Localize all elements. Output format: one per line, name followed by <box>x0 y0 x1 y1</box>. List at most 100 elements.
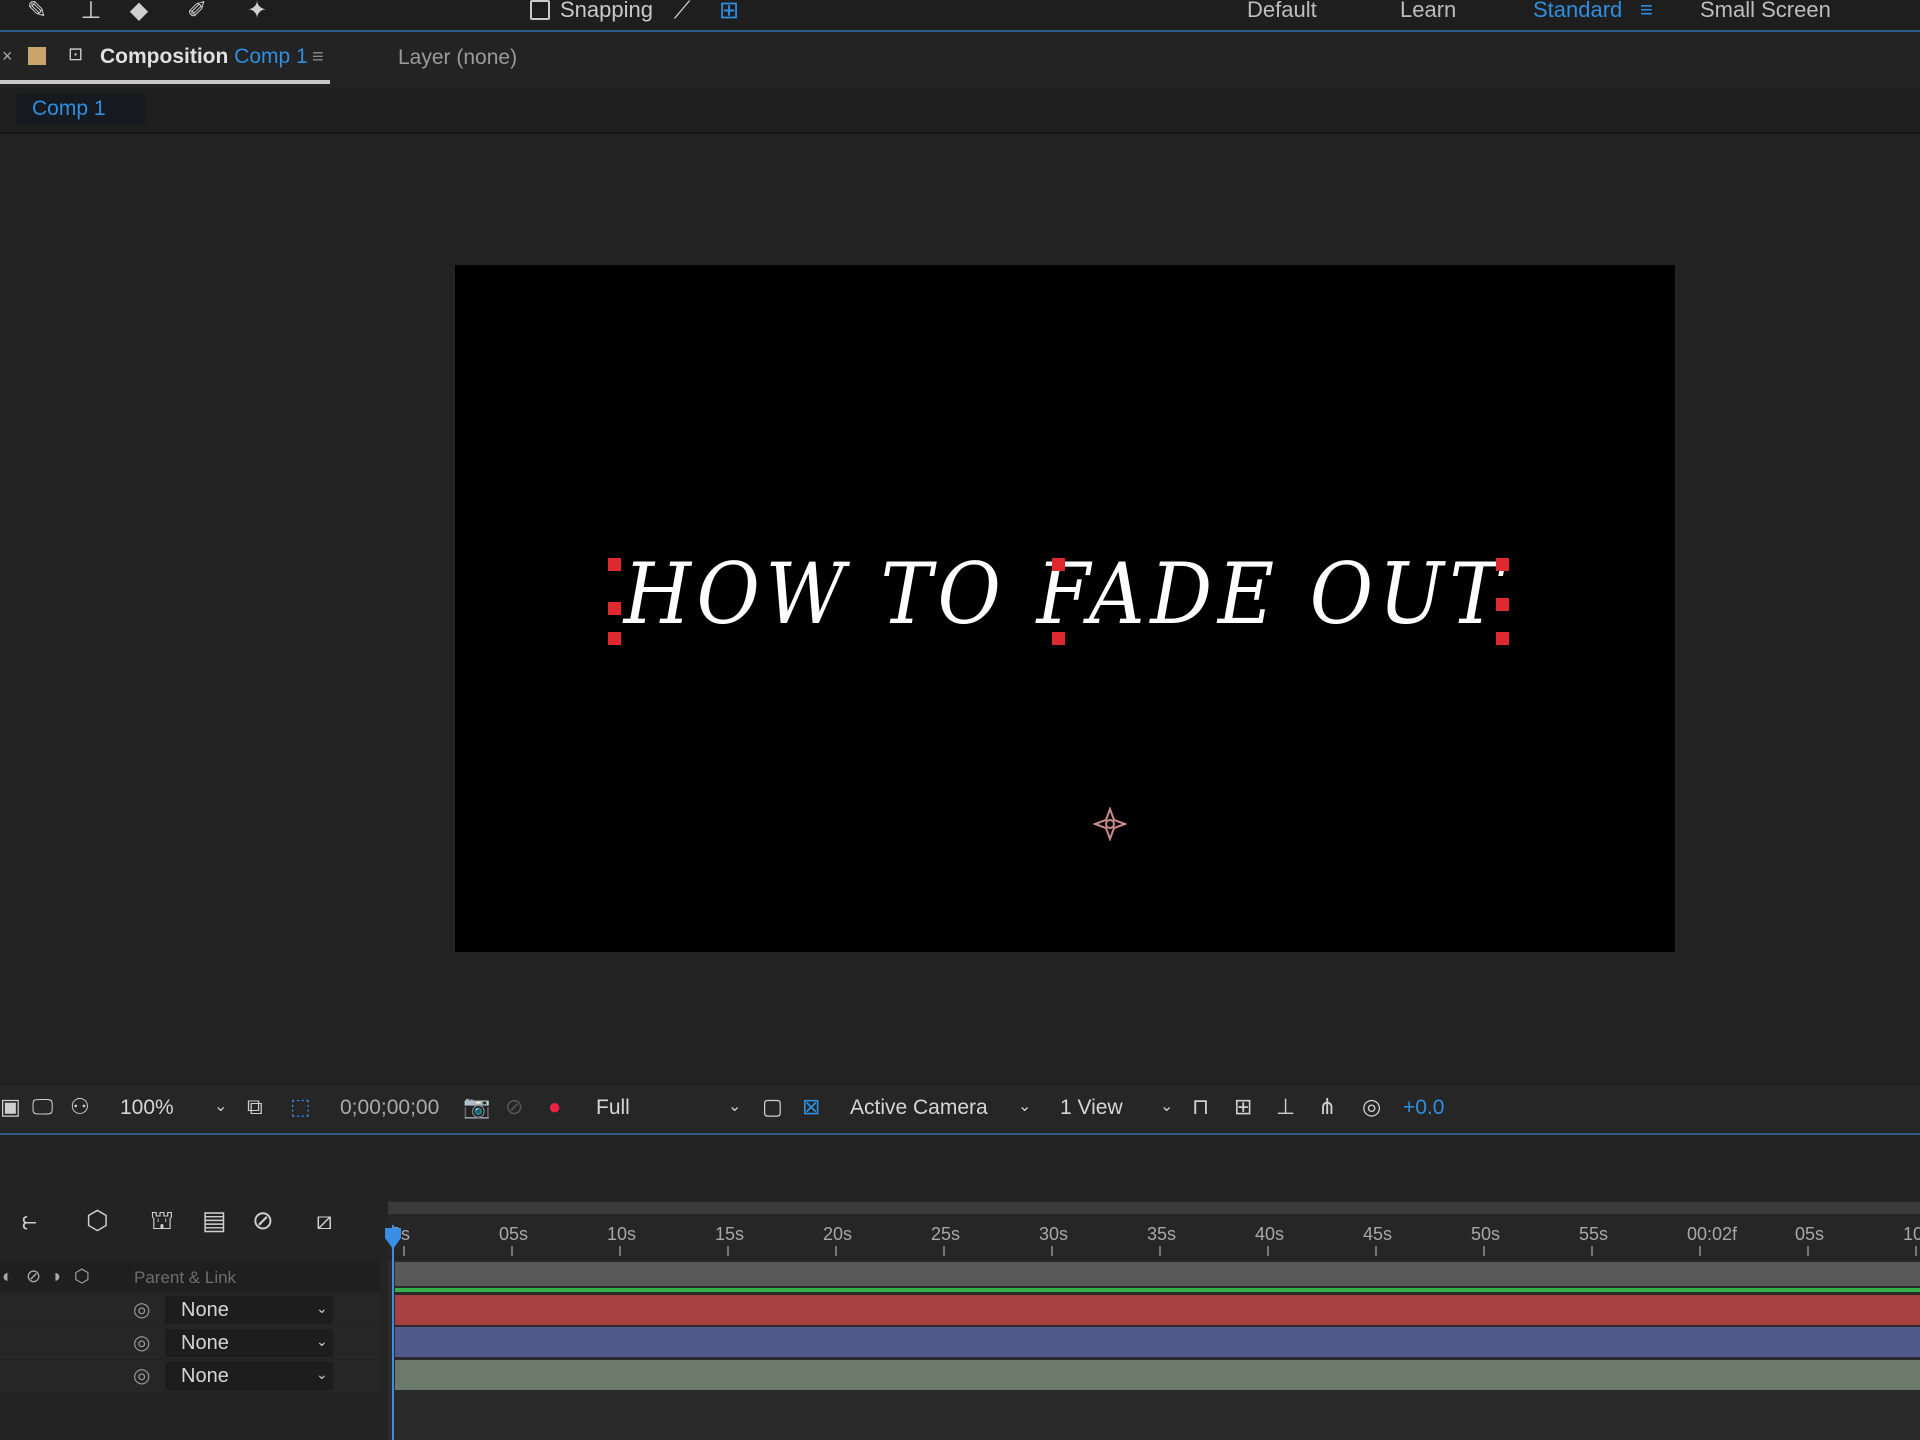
frame-blending-icon[interactable]: ▤ <box>202 1205 227 1236</box>
render-cache-bar <box>395 1288 1920 1292</box>
bbox-handle[interactable] <box>1496 598 1509 611</box>
reset-exposure-icon[interactable]: ◎ <box>1362 1094 1381 1120</box>
bbox-handle[interactable] <box>608 602 621 615</box>
puppet-pin-tool-icon[interactable]: ✦ <box>240 0 274 26</box>
comp-text-layer[interactable]: HOW TO FADE OUT <box>504 545 1626 643</box>
parent-select[interactable]: None <box>165 1329 333 1357</box>
anchor-point-icon[interactable] <box>1093 807 1127 841</box>
panel-menu-icon[interactable]: ≡ <box>312 46 324 69</box>
close-tab-icon[interactable]: × <box>2 46 13 67</box>
current-time-indicator-line[interactable] <box>392 1225 394 1440</box>
bbox-handle[interactable] <box>608 632 621 645</box>
resolution-select[interactable]: Full <box>596 1096 630 1120</box>
clone-stamp-tool-icon[interactable]: ⊥ <box>74 0 108 26</box>
exposure-value[interactable]: +0.0 <box>1403 1096 1444 1120</box>
snap-grid-icon[interactable]: ⊞ <box>712 0 746 26</box>
av-features-icon[interactable]: ◐ <box>2 1266 13 1287</box>
snapping-checkbox[interactable] <box>530 0 550 20</box>
3d-layer-switch-icon[interactable]: ⬡ <box>74 1266 90 1287</box>
region-of-interest-icon[interactable]: ▢ <box>762 1094 783 1120</box>
resolution-dropdown-icon[interactable]: ⌄ <box>728 1096 741 1116</box>
color-channels-icon[interactable]: ● <box>548 1094 561 1120</box>
bbox-handle[interactable] <box>1052 632 1065 645</box>
flowchart-icon[interactable]: ⋔ <box>1318 1094 1336 1120</box>
fast-previews-icon[interactable]: ⊞ <box>1234 1094 1252 1120</box>
workspace-menu-icon[interactable]: ≡ <box>1640 0 1653 23</box>
fx-switch-icon[interactable]: ⊘ <box>26 1266 41 1287</box>
ruler-tick-mark <box>1159 1246 1161 1256</box>
zoom-dropdown-icon[interactable]: ⌄ <box>214 1096 227 1116</box>
tools-toolbar: ✎ ⊥ ◆ ✐ ✦ Snapping ⟋ ⊞ Default Learn Sta… <box>0 0 1920 32</box>
bbox-handle[interactable] <box>1052 558 1065 571</box>
comp-mini-flowchart-icon[interactable]: ⥼ <box>22 1205 37 1237</box>
lock-icon[interactable]: ⊡ <box>68 44 83 65</box>
adjustment-switch-icon[interactable]: ◑ <box>50 1266 61 1287</box>
ruler-tick-label: 30s <box>1039 1224 1069 1244</box>
bbox-handle[interactable] <box>1496 558 1509 571</box>
current-timecode[interactable]: 0;00;00;00 <box>340 1096 439 1120</box>
zoom-level[interactable]: 100% <box>120 1096 174 1120</box>
ruler-tick-label: 25s <box>931 1224 961 1244</box>
pick-whip-icon[interactable]: ◎ <box>133 1363 150 1388</box>
comp-color-swatch <box>28 47 46 65</box>
brush-tool-icon[interactable]: ✎ <box>20 0 54 26</box>
ruler-tick-mark <box>1591 1246 1593 1256</box>
parent-dropdown-icon[interactable]: ⌄ <box>316 1300 328 1317</box>
ruler-tick-mark <box>1915 1246 1917 1256</box>
always-preview-icon[interactable]: ▣ <box>0 1094 21 1120</box>
playhead-icon[interactable] <box>383 1228 403 1250</box>
safe-margins-icon[interactable]: ⧉ <box>247 1094 263 1120</box>
workspace-default[interactable]: Default <box>1247 0 1317 23</box>
pixel-aspect-icon[interactable]: ⊓ <box>1192 1094 1209 1120</box>
tab-composition[interactable]: Composition Comp 1 <box>100 45 308 69</box>
comp-breadcrumb[interactable]: Comp 1 <box>16 94 146 124</box>
work-area-bar[interactable] <box>388 1202 1920 1214</box>
workspace-small-screen[interactable]: Small Screen <box>1700 0 1831 23</box>
comp-work-area-track[interactable] <box>395 1262 1920 1286</box>
parent-select[interactable]: None <box>165 1362 333 1390</box>
eraser-tool-icon[interactable]: ◆ <box>122 0 156 26</box>
transparency-grid-icon[interactable]: ⬚ <box>290 1094 311 1120</box>
snapshot-camera-icon[interactable]: 📷 <box>463 1094 490 1120</box>
mask-visibility-icon[interactable]: ⚇ <box>70 1094 90 1120</box>
snap-edges-icon[interactable]: ⟋ <box>665 0 699 26</box>
bbox-handle[interactable] <box>608 558 621 571</box>
ruler-tick-label: 50s <box>1471 1224 1501 1244</box>
workspace-standard[interactable]: Standard <box>1533 0 1622 23</box>
ruler-tick-label: 40s <box>1255 1224 1285 1244</box>
pick-whip-icon[interactable]: ◎ <box>133 1297 150 1322</box>
ruler-tick-label: 00:02f <box>1687 1224 1738 1244</box>
parent-dropdown-icon[interactable]: ⌄ <box>316 1366 328 1383</box>
camera-select[interactable]: Active Camera <box>850 1096 988 1120</box>
parent-select[interactable]: None <box>165 1296 333 1324</box>
timeline-toggle-icon[interactable]: ⊥ <box>1276 1094 1295 1120</box>
layer-bar-blue[interactable] <box>395 1327 1920 1357</box>
shy-layers-icon[interactable]: ⛫ <box>150 1205 174 1240</box>
monitor-icon[interactable]: 🖵 <box>32 1094 53 1120</box>
ruler-tick-mark <box>1051 1246 1053 1256</box>
motion-blur-icon[interactable]: ⊘ <box>252 1205 274 1236</box>
ruler-tick-label: 05s <box>1795 1224 1825 1244</box>
layer-bar-sage[interactable] <box>395 1360 1920 1390</box>
roto-brush-tool-icon[interactable]: ✐ <box>180 0 214 26</box>
ruler-tick-mark <box>1699 1246 1701 1256</box>
tab-layer[interactable]: Layer (none) <box>398 46 517 70</box>
view-layout-select[interactable]: 1 View <box>1060 1096 1123 1120</box>
transparency-toggle-icon[interactable]: ⊠ <box>802 1094 820 1120</box>
timeline-header <box>0 1135 1920 1205</box>
layer-bar-red[interactable] <box>395 1295 1920 1325</box>
ruler-tick-mark <box>1267 1246 1269 1256</box>
workspace-learn[interactable]: Learn <box>1400 0 1456 23</box>
view-layout-dropdown-icon[interactable]: ⌄ <box>1160 1096 1173 1116</box>
tab-composition-prefix: Composition <box>100 45 229 68</box>
bbox-handle[interactable] <box>1496 632 1509 645</box>
ruler-tick-label: 20s <box>823 1224 853 1244</box>
camera-dropdown-icon[interactable]: ⌄ <box>1018 1096 1031 1116</box>
show-snapshot-icon[interactable]: ⊘ <box>505 1094 523 1120</box>
graph-editor-icon[interactable]: ⧄ <box>316 1205 333 1237</box>
ruler-tick-mark <box>619 1246 621 1256</box>
pick-whip-icon[interactable]: ◎ <box>133 1330 150 1355</box>
composition-canvas[interactable]: HOW TO FADE OUT <box>455 265 1675 952</box>
parent-dropdown-icon[interactable]: ⌄ <box>316 1333 328 1350</box>
draft-3d-icon[interactable]: ⬡ <box>86 1205 109 1236</box>
